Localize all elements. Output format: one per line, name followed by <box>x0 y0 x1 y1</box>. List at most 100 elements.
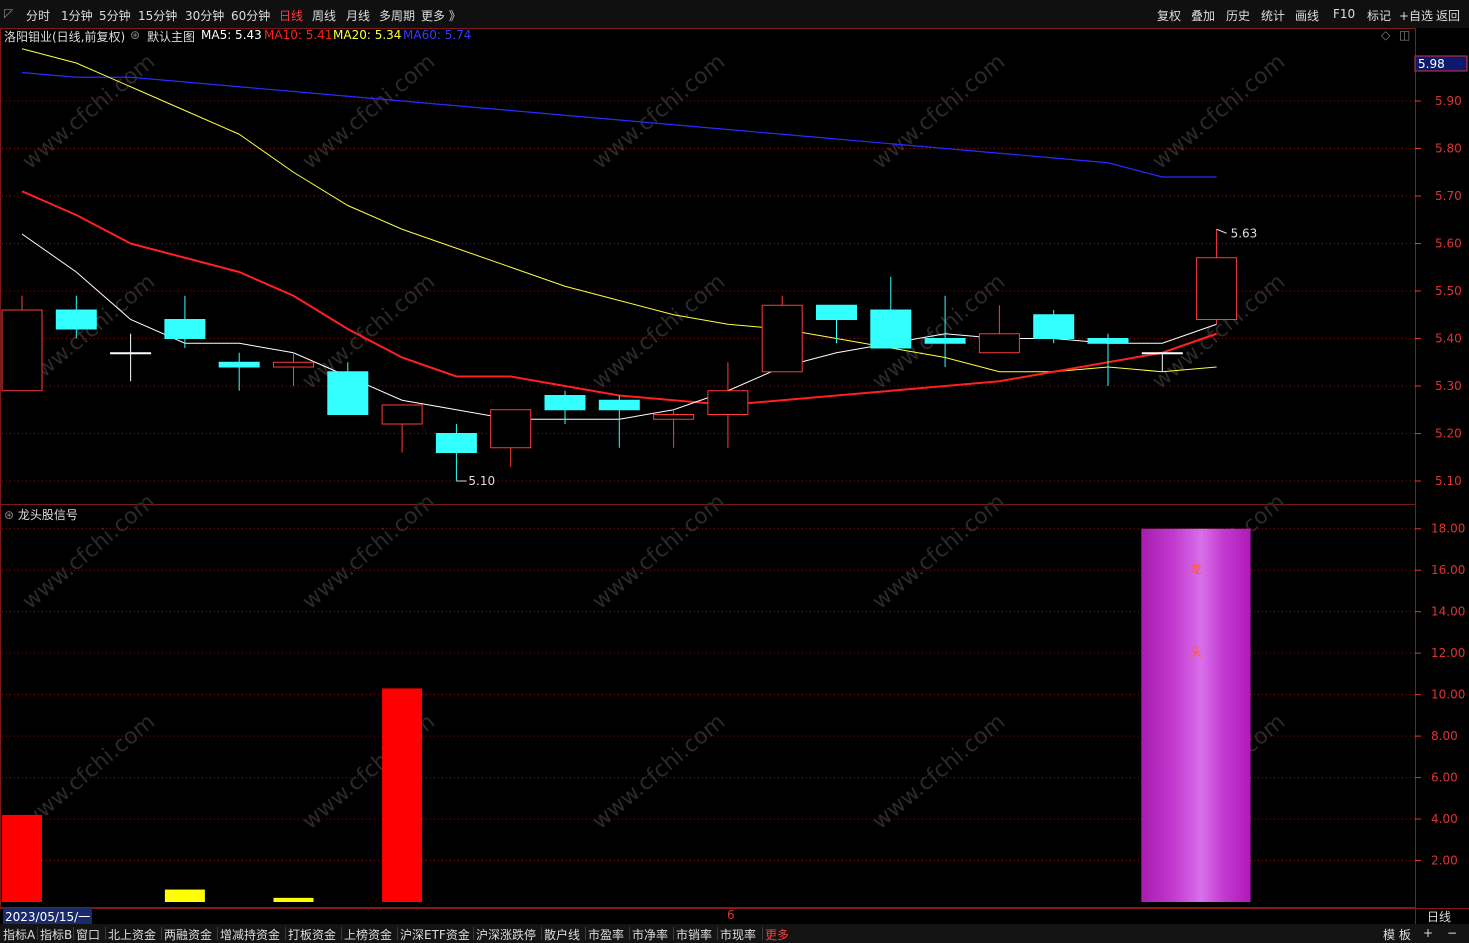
candle-body <box>218 361 260 368</box>
period-label: 日线 <box>1427 910 1452 924</box>
bottom-tab-6[interactable]: 打板资金 <box>288 926 336 943</box>
candle-body <box>164 319 206 339</box>
bottom-right-2[interactable]: − <box>1447 926 1457 940</box>
indicator-tick-label: 2.00 <box>1431 854 1458 868</box>
dragon-signal-column <box>1141 528 1251 902</box>
bottom-right-0[interactable]: 模 板 <box>1383 926 1411 943</box>
bottom-tab-0[interactable]: 指标A <box>3 926 35 943</box>
indicator-tick-label: 6.00 <box>1431 771 1458 785</box>
toolbar-button-1[interactable]: 叠加 <box>1191 7 1215 24</box>
watermark-text: www.cfchi.com <box>298 269 440 394</box>
indicator-tick-label: 4.00 <box>1431 812 1458 826</box>
candle-body <box>55 309 97 330</box>
bottom-right-1[interactable]: + <box>1423 926 1433 940</box>
period-9[interactable]: 多周期 <box>379 7 415 24</box>
bottom-tab-7[interactable]: 上榜资金 <box>344 926 392 943</box>
watermark-text: www.cfchi.com <box>298 489 440 614</box>
indicator-tick-label: 10.00 <box>1431 688 1465 702</box>
period-4[interactable]: 30分钟 <box>185 7 224 24</box>
diamond-icon[interactable]: ◇ <box>1381 28 1390 42</box>
watermark-text: www.cfchi.com <box>588 489 730 614</box>
menu-arrow-icon[interactable]: ◸ <box>4 6 13 20</box>
candle-body <box>1087 338 1129 344</box>
bottom-tab-12[interactable]: 市净率 <box>632 926 668 943</box>
candle-body <box>435 433 477 453</box>
period-1[interactable]: 1分钟 <box>61 7 93 24</box>
toolbar-button-7[interactable]: +自选 <box>1399 7 1433 24</box>
watermark-text: www.cfchi.com <box>868 269 1010 394</box>
bottom-tab-5[interactable]: 增减持资金 <box>220 926 280 943</box>
candle-body <box>870 309 912 349</box>
bottom-tab-13[interactable]: 市销率 <box>676 926 712 943</box>
watermark-text: www.cfchi.com <box>1148 489 1290 614</box>
bottom-tab-2[interactable]: 窗口 <box>76 926 100 943</box>
tab-separator <box>73 927 74 940</box>
kline-chart[interactable]: www.cfchi.com www.cfchi.com www.cfchi.com w… <box>0 0 1469 943</box>
tab-separator <box>762 927 763 940</box>
indicator-tick-label: 8.00 <box>1431 729 1458 743</box>
period-2[interactable]: 5分钟 <box>99 7 131 24</box>
period-7[interactable]: 周线 <box>312 7 336 24</box>
indicator-title[interactable]: ⊛ 龙头股信号 <box>4 506 78 523</box>
candle-body <box>1141 352 1183 355</box>
price-panel-frame <box>0 28 1416 505</box>
bottom-tab-4[interactable]: 两融资金 <box>164 926 212 943</box>
toolbar-button-5[interactable]: F10 <box>1333 7 1355 21</box>
bottom-tab-15[interactable]: 更多 <box>765 926 789 943</box>
panel-toggle-icon[interactable]: ◫ <box>1399 28 1410 42</box>
tab-separator <box>541 927 542 940</box>
bottom-tab-10[interactable]: 散户线 <box>544 926 580 943</box>
bottom-tab-3[interactable]: 北上资金 <box>108 926 156 943</box>
watermark-text: www.cfchi.com <box>868 489 1010 614</box>
period-10[interactable]: 更多 》 <box>421 7 461 24</box>
candle-body <box>1033 314 1075 339</box>
template-name[interactable]: 默认主图 <box>147 28 195 45</box>
ma10-label: MA10: 5.41 <box>264 28 333 42</box>
toolbar-button-6[interactable]: 标记 <box>1367 7 1391 24</box>
price-tick-label: 5.10 <box>1435 474 1462 488</box>
period-8[interactable]: 月线 <box>346 7 370 24</box>
indicator-chevron-icon[interactable]: ⊛ <box>4 508 14 522</box>
template-chevron-icon[interactable]: ⊛ <box>130 28 140 42</box>
candle-body <box>761 304 803 373</box>
candle-body <box>924 338 966 344</box>
tab-separator <box>585 927 586 940</box>
candle-body <box>544 395 586 411</box>
period-6[interactable]: 日线 <box>279 7 303 24</box>
ma5-label: MA5: 5.43 <box>201 28 262 42</box>
candle-body <box>381 404 423 425</box>
date-axis: 2023/05/15/一 6 日线 <box>0 908 1469 926</box>
period-5[interactable]: 60分钟 <box>231 7 270 24</box>
bottom-tab-8[interactable]: 沪深ETF资金 <box>400 926 470 943</box>
stock-title[interactable]: 洛阳钼业(日线,前复权) <box>4 28 125 45</box>
current-price-box <box>1414 55 1468 72</box>
ma10-line <box>21 190 1217 407</box>
indicator-panel-frame <box>0 504 1416 908</box>
bottom-tab-14[interactable]: 市现率 <box>720 926 756 943</box>
period-0[interactable]: 分时 <box>26 7 50 24</box>
indicator-tabbar: 指标A 指标B 窗口 北上资金 两融资金 增减持资金 打板资金 上榜资金 沪深ETF资金 沪深涨跌… <box>0 924 1469 943</box>
toolbar-button-2[interactable]: 历史 <box>1226 7 1250 24</box>
watermark-text: www.cfchi.com <box>1148 709 1290 834</box>
tab-separator <box>161 927 162 940</box>
watermark-text: www.cfchi.com <box>18 709 160 834</box>
tab-separator <box>105 927 106 940</box>
bottom-tab-1[interactable]: 指标B <box>40 926 72 943</box>
ma5-line <box>21 233 1217 420</box>
bottom-tab-11[interactable]: 市盈率 <box>588 926 624 943</box>
indicator-tick-label: 18.00 <box>1431 522 1465 536</box>
period-3[interactable]: 15分钟 <box>138 7 177 24</box>
bottom-tab-9[interactable]: 沪深涨跌停 <box>476 926 536 943</box>
signal-bar <box>382 688 423 902</box>
low-label: 5.10 <box>468 474 495 488</box>
toolbar-button-3[interactable]: 统计 <box>1261 7 1285 24</box>
signal-bar <box>273 897 314 902</box>
tab-separator <box>285 927 286 940</box>
toolbar-button-8[interactable]: 返回 <box>1436 7 1460 24</box>
toolbar-button-0[interactable]: 复权 <box>1157 7 1181 24</box>
tab-separator <box>717 927 718 940</box>
watermark-text: www.cfchi.com <box>18 49 160 174</box>
toolbar-button-4[interactable]: 画线 <box>1295 7 1319 24</box>
tab-separator <box>473 927 474 940</box>
tab-separator <box>217 927 218 940</box>
